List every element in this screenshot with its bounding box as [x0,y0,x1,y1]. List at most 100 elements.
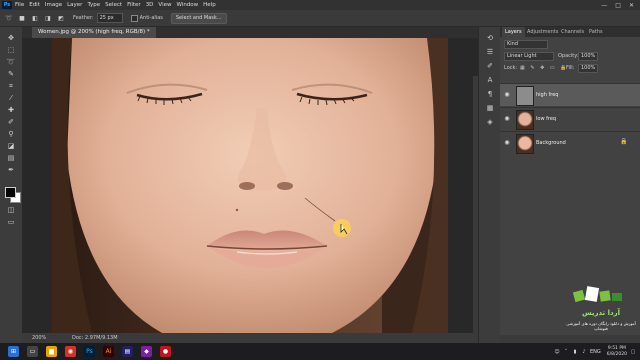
intersect-selection-icon[interactable]: ◩ [57,14,65,22]
chevron-up-icon[interactable]: ˄ [563,349,569,355]
history-icon[interactable]: ⟲ [485,33,495,43]
pen-tool-icon[interactable]: ✒ [5,165,17,175]
tab-channels[interactable]: Channels [558,27,587,37]
fill-label: Fill: [566,65,575,71]
network-icon[interactable]: ▮ [572,349,578,355]
photoshop-logo-icon: Ps [2,1,12,9]
panel-tabs: Layers Adjustments Channels Paths [500,27,640,37]
opacity-input[interactable]: 100% [578,52,598,61]
paragraph-icon[interactable]: ¶ [485,89,495,99]
character-icon[interactable]: A [485,75,495,85]
lock-row: Lock: ▦ ✎ ✥ ▭ 🔒 Fill: 100% [500,63,640,73]
tab-adjustments[interactable]: Adjustments [524,27,561,37]
layer-name[interactable]: high freq [536,84,558,106]
face-illustration [52,38,448,333]
menu-type[interactable]: Type [87,2,100,8]
menu-select[interactable]: Select [105,2,122,8]
menu-bar: Ps File Edit Image Layer Type Select Fil… [0,0,640,10]
menu-filter[interactable]: Filter [127,2,141,8]
windows-taskbar: ⊞ ▭ ▆ ◉ Ps Ai ▤ ◆ ● ☺ ˄ ▮ ♪ ENG 9:51 PM … [0,343,640,360]
menu-help[interactable]: Help [203,2,216,8]
menu-image[interactable]: Image [45,2,62,8]
kind-filter-select[interactable]: Kind [504,40,548,49]
brush-panel-icon[interactable]: ✐ [485,61,495,71]
eraser-tool-icon[interactable]: ◪ [5,141,17,151]
clone-stamp-tool-icon[interactable]: ⚲ [5,129,17,139]
antialias-checkbox[interactable] [130,14,138,22]
layers-panel-footer [500,335,640,343]
layer-row[interactable]: ◉ Background 🔒 [500,131,640,154]
photoshop-taskbar-icon[interactable]: Ps [84,346,95,357]
minimize-icon[interactable]: — [601,2,607,9]
select-and-mask-button[interactable]: Select and Mask... [170,12,227,24]
panel-icon-strip: ⟲ ☰ ✐ A ¶ ▦ ◈ [478,27,501,343]
move-tool-icon[interactable]: ✥ [5,33,17,43]
portrait-photo[interactable] [52,38,448,333]
lock-label: Lock: [504,65,518,71]
blend-mode-select[interactable]: Linear Light [504,52,554,61]
layer-row[interactable]: ◉ low freq [500,107,640,130]
clock[interactable]: 9:51 PM 6/8/2020 [607,346,627,358]
swatches-icon[interactable]: ▦ [485,103,495,113]
menu-window[interactable]: Window [176,2,198,8]
zoom-level[interactable]: 200% [32,333,46,343]
quick-select-tool-icon[interactable]: ✎ [5,69,17,79]
notifications-icon[interactable]: ▢ [630,349,636,355]
chrome-icon[interactable]: ◉ [65,346,76,357]
layer-thumbnail [516,86,534,106]
watermark-tagline: آموزش و دانلود رایگان دوره های آموزشی فت… [566,321,636,331]
document-tab[interactable]: Women.jpg @ 200% (high freq, RGB/8) * [32,27,156,38]
lasso-tool-icon[interactable]: ➰ [5,57,17,67]
add-selection-icon[interactable]: ◧ [31,14,39,22]
windows-start-icon[interactable]: ⊞ [8,346,19,357]
canvas-area[interactable] [22,38,478,333]
people-icon[interactable]: ☺ [554,349,560,355]
quick-mask-icon[interactable]: ◫ [5,205,17,215]
lock-icon[interactable]: 🔒 [620,138,628,146]
feather-input[interactable]: 25 px [96,13,123,23]
screen-mode-icon[interactable]: ▭ [5,217,17,227]
menu-layer[interactable]: Layer [67,2,82,8]
menu-file[interactable]: File [15,2,24,8]
crop-tool-icon[interactable]: ⌗ [5,81,17,91]
properties-icon[interactable]: ☰ [485,47,495,57]
layer-thumbnail [516,134,534,154]
app-icon[interactable]: ▤ [122,346,133,357]
foreground-color-swatch[interactable] [5,187,16,198]
tab-layers[interactable]: Layers [502,27,525,37]
lock-icons[interactable]: ▦ ✎ ✥ ▭ 🔒 [520,63,568,73]
language-indicator[interactable]: ENG [590,349,601,355]
tab-paths[interactable]: Paths [586,27,606,37]
menu-edit[interactable]: Edit [29,2,40,8]
maximize-icon[interactable]: □ [615,2,621,9]
brush-tool-icon[interactable]: ✐ [5,117,17,127]
site-watermark: آردا تدریس آموزش و دانلود رایگان دوره ها… [566,283,636,333]
layer-name[interactable]: low freq [536,108,556,130]
layer-row[interactable]: ◉ high freq [500,83,640,106]
window-controls: — □ ✕ [601,2,634,9]
menu-3d[interactable]: 3D [146,2,154,8]
file-explorer-icon[interactable]: ▆ [46,346,57,357]
illustrator-taskbar-icon[interactable]: Ai [103,346,114,357]
eyedropper-tool-icon[interactable]: ⁄ [5,93,17,103]
visibility-eye-icon[interactable]: ◉ [503,91,511,99]
visibility-eye-icon[interactable]: ◉ [503,115,511,123]
task-view-icon[interactable]: ▭ [27,346,38,357]
visibility-eye-icon[interactable]: ◉ [503,139,511,147]
close-icon[interactable]: ✕ [629,2,634,9]
libraries-icon[interactable]: ◈ [485,117,495,127]
volume-icon[interactable]: ♪ [581,349,587,355]
gradient-tool-icon[interactable]: ▤ [5,153,17,163]
media-icon[interactable]: ◆ [141,346,152,357]
system-tray: ☺ ˄ ▮ ♪ ENG 9:51 PM 6/8/2020 ▢ [554,346,636,358]
new-selection-icon[interactable]: ■ [18,14,26,22]
marquee-tool-icon[interactable]: ⬚ [5,45,17,55]
menu-view[interactable]: View [158,2,171,8]
watermark-brand: آردا تدریس [581,309,621,317]
lasso-tool-icon[interactable]: ➰ [5,14,13,22]
recorder-icon[interactable]: ● [160,346,171,357]
layer-name[interactable]: Background [536,132,566,154]
subtract-selection-icon[interactable]: ◨ [44,14,52,22]
healing-brush-tool-icon[interactable]: ✚ [5,105,17,115]
fill-input[interactable]: 100% [578,64,598,73]
